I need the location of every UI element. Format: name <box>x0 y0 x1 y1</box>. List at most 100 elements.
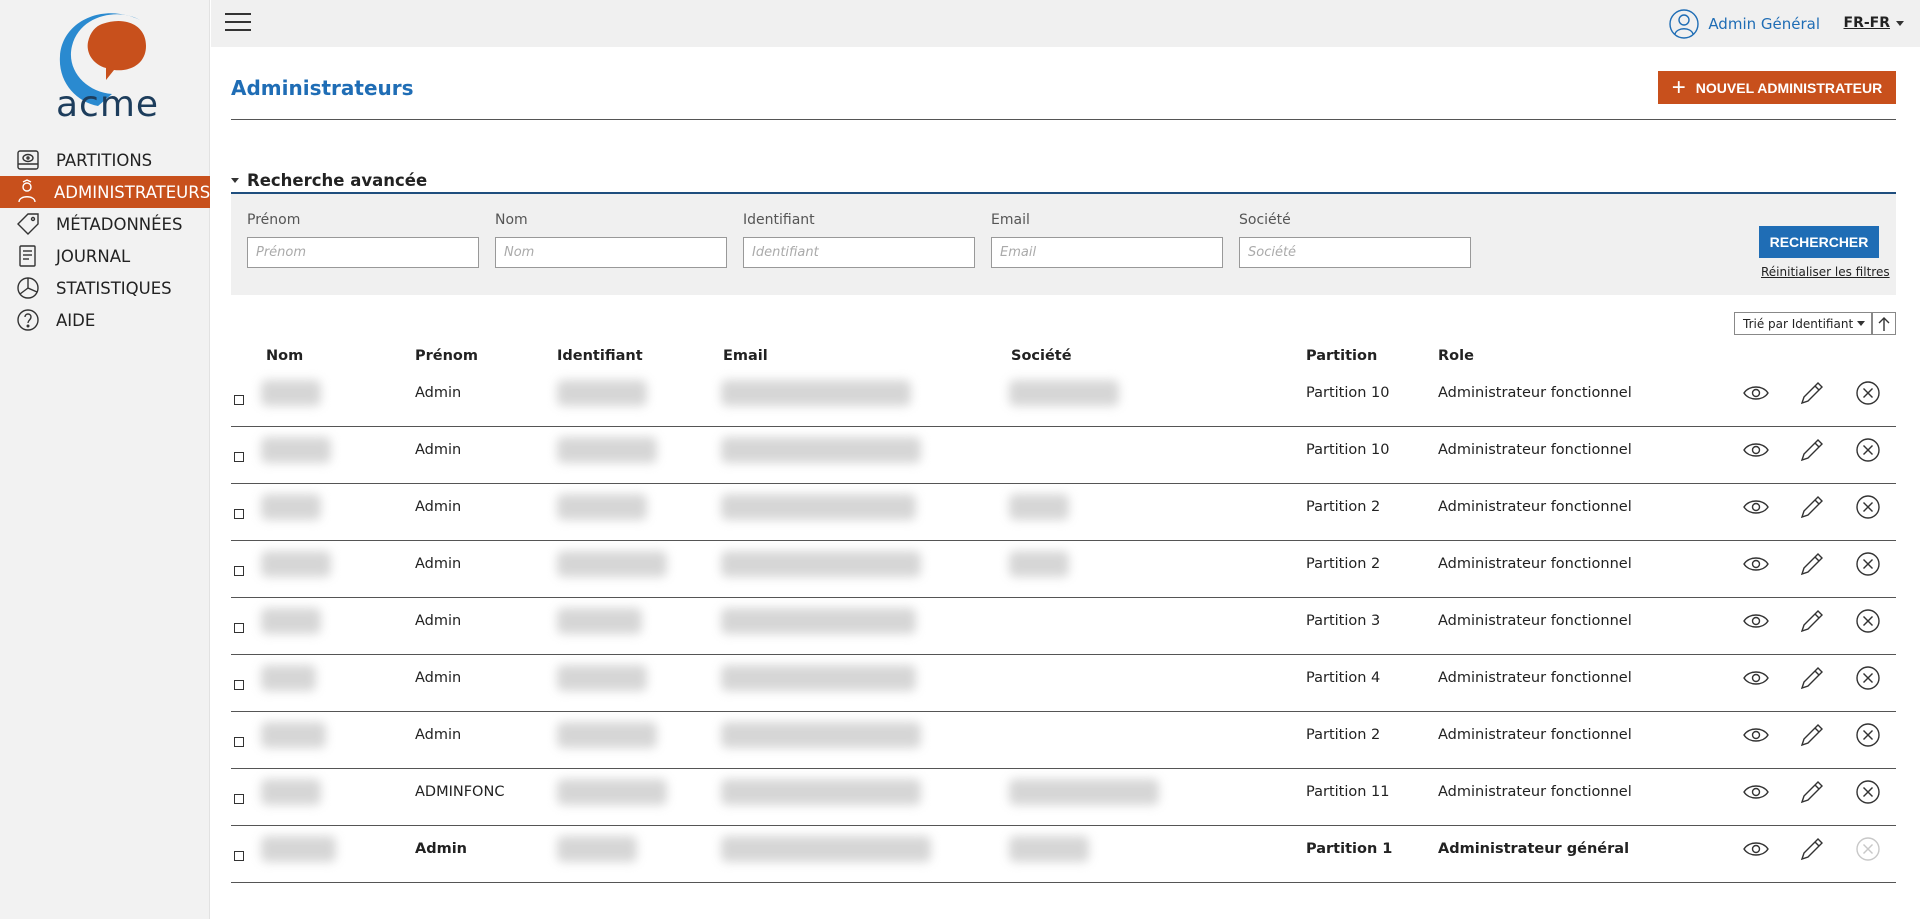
view-eye-icon[interactable] <box>1740 491 1772 523</box>
tag-icon <box>14 210 42 238</box>
cell-prenom: Admin <box>415 556 462 572</box>
field-label: Prénom <box>247 212 301 228</box>
column-header-email[interactable]: Email <box>723 348 768 364</box>
caret-down-icon <box>231 178 239 183</box>
cell-partition: Partition 10 <box>1306 442 1390 458</box>
row-checkbox[interactable] <box>234 794 244 804</box>
sidebar-item-aide[interactable]: AIDE <box>0 304 210 336</box>
redacted-societe <box>1009 380 1119 406</box>
help-icon <box>14 306 42 334</box>
sidebar-item-label: PARTITIONS <box>56 150 153 170</box>
sidebar-item-label: STATISTIQUES <box>56 278 172 298</box>
cell-prenom: Admin <box>415 442 462 458</box>
delete-close-icon[interactable] <box>1852 662 1884 694</box>
cell-role: Administrateur fonctionnel <box>1438 442 1632 458</box>
row-checkbox[interactable] <box>234 566 244 576</box>
advanced-search-toggle[interactable]: Recherche avancée <box>231 171 427 190</box>
edit-pencil-icon[interactable] <box>1796 776 1828 808</box>
plus-icon: + <box>1671 73 1686 101</box>
language-selector[interactable]: FR-FR <box>1844 15 1904 31</box>
email-input[interactable] <box>991 237 1223 268</box>
reset-filters-link[interactable]: Réinitialiser les filtres <box>1761 265 1890 279</box>
edit-pencil-icon[interactable] <box>1796 548 1828 580</box>
search-button[interactable]: RECHERCHER <box>1759 226 1879 258</box>
sidebar-item-partitions[interactable]: PARTITIONS <box>0 144 210 176</box>
redacted-email <box>721 779 921 805</box>
view-eye-icon[interactable] <box>1740 434 1772 466</box>
societe-input[interactable] <box>1239 237 1471 268</box>
row-checkbox[interactable] <box>234 452 244 462</box>
edit-pencil-icon[interactable] <box>1796 377 1828 409</box>
arrow-up-icon <box>1878 316 1890 331</box>
edit-pencil-icon[interactable] <box>1796 434 1828 466</box>
view-eye-icon[interactable] <box>1740 548 1772 580</box>
cell-role: Administrateur général <box>1438 841 1630 857</box>
cell-role: Administrateur fonctionnel <box>1438 613 1632 629</box>
column-header-societe[interactable]: Société <box>1011 348 1072 364</box>
field-label: Identifiant <box>743 212 815 228</box>
field-label: Email <box>991 212 1030 228</box>
new-admin-label: NOUVEL ADMINISTRATEUR <box>1695 79 1883 96</box>
redacted-identifiant <box>557 437 657 463</box>
cell-role: Administrateur fonctionnel <box>1438 385 1632 401</box>
delete-close-icon[interactable] <box>1852 491 1884 523</box>
menu-icon[interactable] <box>225 13 251 33</box>
sidebar-item-administrateurs[interactable]: ADMINISTRATEURS <box>0 176 210 208</box>
cell-partition: Partition 11 <box>1306 784 1390 800</box>
page-title: Administrateurs <box>231 76 414 100</box>
redacted-nom <box>261 665 316 691</box>
cell-partition: Partition 2 <box>1306 727 1381 743</box>
row-checkbox[interactable] <box>234 395 244 405</box>
view-eye-icon[interactable] <box>1740 833 1772 865</box>
user-avatar-icon <box>1669 9 1700 39</box>
identifiant-input[interactable] <box>743 237 975 268</box>
delete-close-icon[interactable] <box>1852 434 1884 466</box>
view-eye-icon[interactable] <box>1740 662 1772 694</box>
view-eye-icon[interactable] <box>1740 377 1772 409</box>
drive-icon <box>14 146 42 174</box>
filter-panel: Prénom Nom Identifiant Email Société REC… <box>231 194 1896 295</box>
cell-prenom: Admin <box>415 727 462 743</box>
sidebar-item-metadonnees[interactable]: MÉTADONNÉES <box>0 208 210 240</box>
cell-role: Administrateur fonctionnel <box>1438 727 1632 743</box>
redacted-societe <box>1009 494 1069 520</box>
column-header-role[interactable]: Role <box>1438 348 1474 364</box>
row-checkbox[interactable] <box>234 851 244 861</box>
nom-input[interactable] <box>495 237 727 268</box>
delete-close-icon[interactable] <box>1852 605 1884 637</box>
sort-select[interactable]: Trié par Identifiant <box>1734 312 1872 335</box>
column-header-partition[interactable]: Partition <box>1306 348 1377 364</box>
edit-pencil-icon[interactable] <box>1796 833 1828 865</box>
delete-close-icon[interactable] <box>1852 377 1884 409</box>
row-checkbox[interactable] <box>234 680 244 690</box>
delete-close-icon[interactable] <box>1852 719 1884 751</box>
new-admin-button[interactable]: + NOUVEL ADMINISTRATEUR <box>1658 71 1896 104</box>
sidebar-item-statistiques[interactable]: STATISTIQUES <box>0 272 210 304</box>
row-checkbox[interactable] <box>234 623 244 633</box>
sidebar-item-journal[interactable]: JOURNAL <box>0 240 210 272</box>
sidebar-nav: PARTITIONS ADMINISTRATEURS MÉTADONNÉES J… <box>0 144 210 336</box>
table-row: Admin Partition 2 Administrateur fonctionn… <box>231 712 1896 769</box>
column-header-prenom[interactable]: Prénom <box>415 348 478 364</box>
view-eye-icon[interactable] <box>1740 605 1772 637</box>
user-menu[interactable]: Admin Général <box>1668 8 1820 40</box>
cell-prenom: Admin <box>415 613 462 629</box>
column-header-identifiant[interactable]: Identifiant <box>557 348 643 364</box>
delete-close-icon[interactable] <box>1852 548 1884 580</box>
edit-pencil-icon[interactable] <box>1796 662 1828 694</box>
logo-text: acme <box>56 84 160 125</box>
redacted-societe <box>1009 551 1069 577</box>
view-eye-icon[interactable] <box>1740 719 1772 751</box>
row-checkbox[interactable] <box>234 509 244 519</box>
view-eye-icon[interactable] <box>1740 776 1772 808</box>
edit-pencil-icon[interactable] <box>1796 605 1828 637</box>
delete-close-icon[interactable] <box>1852 776 1884 808</box>
prenom-input[interactable] <box>247 237 479 268</box>
table-row: ADMINFONC Partition 11 Administrateur fonc… <box>231 769 1896 826</box>
filter-societe: Société <box>1239 212 1471 268</box>
row-checkbox[interactable] <box>234 737 244 747</box>
edit-pencil-icon[interactable] <box>1796 491 1828 523</box>
edit-pencil-icon[interactable] <box>1796 719 1828 751</box>
column-header-nom[interactable]: Nom <box>266 348 303 364</box>
sort-direction-button[interactable] <box>1872 312 1896 335</box>
